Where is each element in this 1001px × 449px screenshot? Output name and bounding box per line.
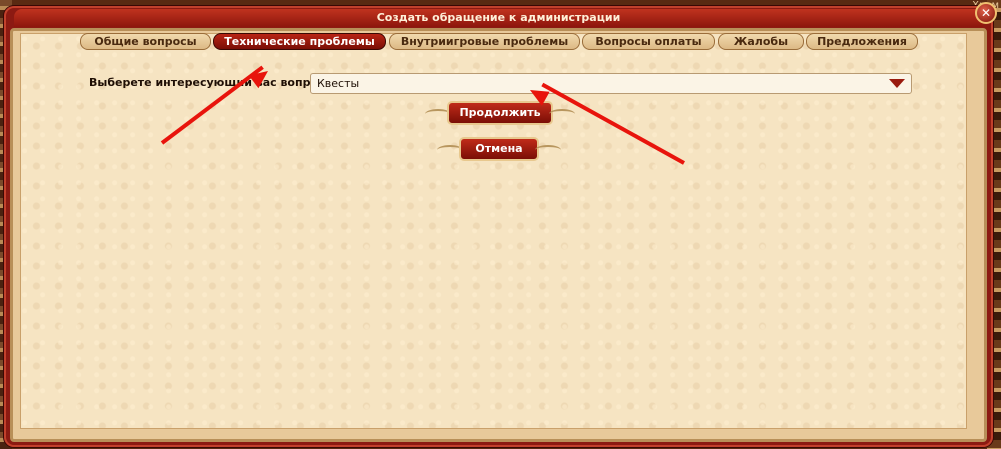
ornament-right-icon: [535, 145, 561, 155]
tab-ingame[interactable]: Внутриигровые проблемы: [389, 33, 580, 50]
cancel-button-group: Отмена: [437, 137, 561, 163]
tab-general[interactable]: Общие вопросы: [80, 33, 211, 50]
select-value: Квесты: [317, 77, 360, 90]
tab-complaints[interactable]: Жалобы: [718, 33, 804, 50]
close-icon: ✕: [980, 6, 992, 20]
question-select[interactable]: Квесты: [310, 73, 912, 94]
continue-button-group: Продолжить: [425, 101, 575, 127]
close-button[interactable]: ✕: [975, 2, 997, 24]
tab-technical[interactable]: Технические проблемы: [213, 33, 386, 50]
ornament-right-icon: [549, 109, 575, 119]
dialog-title: Создать обращение к администрации: [14, 9, 983, 27]
tab-payment[interactable]: Вопросы оплаты: [582, 33, 715, 50]
continue-button[interactable]: Продолжить: [447, 101, 553, 125]
dropdown-arrow-icon[interactable]: [889, 79, 905, 88]
question-label: Выберете интересующий вас вопрос:: [89, 76, 329, 89]
cancel-button[interactable]: Отмена: [459, 137, 539, 161]
tab-suggestions[interactable]: Предложения: [806, 33, 918, 50]
